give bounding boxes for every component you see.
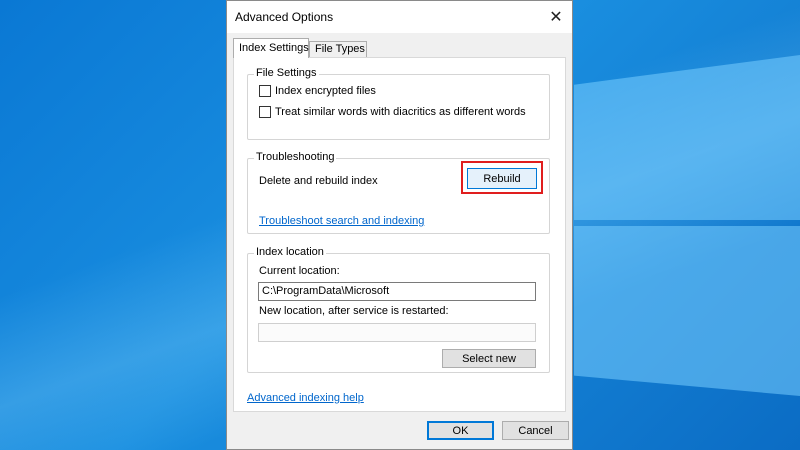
cancel-button[interactable]: Cancel	[502, 421, 569, 440]
tab-index-settings[interactable]: Index Settings	[233, 38, 309, 58]
close-button[interactable]: ✕	[540, 1, 572, 33]
window-title: Advanced Options	[235, 10, 334, 24]
index-settings-panel: File Settings Index encrypted files Trea…	[233, 57, 566, 412]
group-label: Index location	[254, 246, 326, 258]
rebuild-button[interactable]: Rebuild	[467, 168, 537, 189]
rebuild-description: Delete and rebuild index	[259, 175, 378, 187]
advanced-indexing-help-link[interactable]: Advanced indexing help	[247, 392, 364, 404]
wallpaper-pane	[574, 226, 800, 396]
new-location-field[interactable]	[258, 323, 536, 342]
current-location-label: Current location:	[259, 265, 340, 277]
advanced-options-dialog: Advanced Options ✕ Index Settings File T…	[226, 0, 573, 450]
group-label: Troubleshooting	[254, 151, 337, 163]
ok-button[interactable]: OK	[427, 421, 494, 440]
close-icon: ✕	[549, 9, 563, 26]
select-new-button[interactable]: Select new	[442, 349, 536, 368]
checkbox-label: Index encrypted files	[275, 85, 376, 97]
group-label: File Settings	[254, 67, 319, 79]
file-settings-group: File Settings Index encrypted files Trea…	[247, 67, 550, 140]
new-location-label: New location, after service is restarted…	[259, 305, 449, 317]
index-location-group: Index location Current location: C:\Prog…	[247, 246, 550, 373]
index-encrypted-checkbox[interactable]	[259, 85, 271, 97]
diacritics-checkbox-row[interactable]: Treat similar words with diacritics as d…	[259, 106, 526, 118]
title-bar: Advanced Options ✕	[227, 1, 572, 33]
current-location-field[interactable]: C:\ProgramData\Microsoft	[258, 282, 536, 301]
tab-file-types[interactable]: File Types	[309, 41, 367, 57]
index-encrypted-checkbox-row[interactable]: Index encrypted files	[259, 85, 376, 97]
checkbox-label: Treat similar words with diacritics as d…	[275, 106, 526, 118]
troubleshoot-link[interactable]: Troubleshoot search and indexing	[259, 215, 424, 227]
diacritics-checkbox[interactable]	[259, 106, 271, 118]
